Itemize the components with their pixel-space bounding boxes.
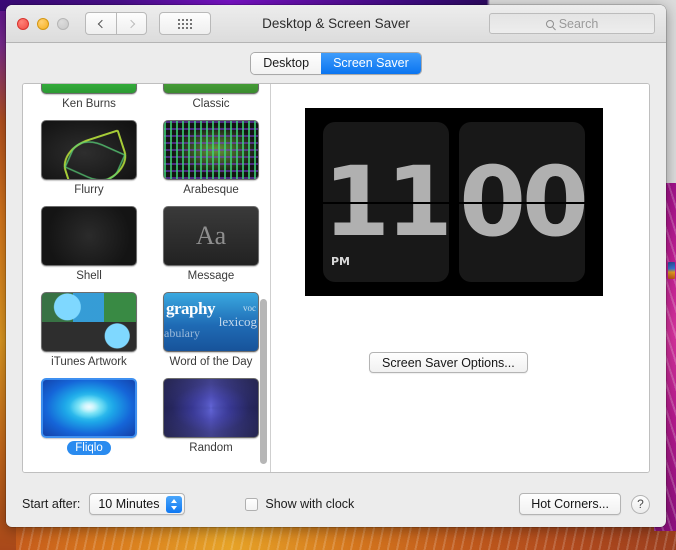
list-row: iTunes Artwork graphy voc lexicog abular… (23, 292, 270, 378)
tab-screen-saver[interactable]: Screen Saver (321, 52, 421, 74)
thumbnail-word-of-the-day: graphy voc lexicog abulary (163, 292, 259, 352)
hours-digits: 11 (323, 145, 449, 258)
start-after-dropdown[interactable]: 10 Minutes (89, 493, 186, 515)
navigation-buttons (85, 12, 147, 35)
close-button[interactable] (17, 17, 29, 30)
start-after-value: 10 Minutes (98, 497, 160, 511)
screensaver-item-random[interactable]: Random (155, 378, 267, 456)
start-after-label: Start after: (22, 497, 81, 511)
word-main: graphy (166, 299, 215, 318)
screensaver-list[interactable]: Ken Burns Classic Flurry Arabesque Shell… (23, 84, 271, 472)
screensaver-label-selected: Fliqlo (67, 441, 111, 455)
thumbnail-random (163, 378, 259, 438)
zoom-button[interactable] (57, 17, 69, 30)
message-glyph: Aa (195, 221, 227, 250)
thumbnail-flurry (41, 120, 137, 180)
segmented-control: Desktop Screen Saver (251, 52, 421, 74)
thumbnail-fliqlo (41, 378, 137, 438)
screensaver-item-fliqlo[interactable]: Fliqlo (33, 378, 145, 456)
thumbnail-message: Aa (163, 206, 259, 266)
list-row: Shell Aa Message (23, 206, 270, 292)
chevron-left-icon (97, 19, 107, 28)
screensaver-label: iTunes Artwork (51, 356, 127, 368)
screensaver-label: Ken Burns (62, 98, 116, 110)
show-with-clock-label: Show with clock (265, 497, 355, 511)
screensaver-item-word-of-the-day[interactable]: graphy voc lexicog abulary Word of the D… (155, 292, 267, 370)
screensaver-preview[interactable]: 11 PM 00 (305, 108, 603, 296)
thumbnail-itunes-artwork (41, 292, 137, 352)
search-input[interactable]: Search (489, 13, 655, 34)
hours-card: 11 PM (323, 122, 449, 282)
show-all-button[interactable] (159, 12, 211, 35)
scrollbar-track[interactable] (259, 86, 268, 470)
help-button[interactable]: ? (631, 494, 650, 514)
show-with-clock-checkbox[interactable]: Show with clock (245, 497, 354, 511)
screensaver-label: Shell (76, 270, 102, 282)
preferences-window: Desktop & Screen Saver Search Desktop Sc… (6, 5, 666, 527)
chevron-right-icon (126, 19, 135, 28)
screensaver-item-message[interactable]: Aa Message (155, 206, 267, 284)
back-button[interactable] (85, 12, 116, 35)
list-row: Ken Burns Classic (23, 84, 270, 120)
screen-saver-options-button[interactable]: Screen Saver Options... (369, 352, 528, 373)
screensaver-label: Arabesque (183, 184, 239, 196)
screensaver-item-arabesque[interactable]: Arabesque (155, 120, 267, 198)
screensaver-label: Random (189, 442, 233, 454)
screensaver-label: Flurry (74, 184, 104, 196)
screensaver-item-flurry[interactable]: Flurry (33, 120, 145, 198)
forward-button[interactable] (116, 12, 147, 35)
window-titlebar[interactable]: Desktop & Screen Saver Search (6, 5, 666, 43)
tab-desktop[interactable]: Desktop (251, 52, 322, 74)
tab-bar: Desktop Screen Saver (6, 43, 666, 83)
word-small-1: voc (243, 303, 256, 313)
list-row: Flurry Arabesque (23, 120, 270, 206)
preview-pane: 11 PM 00 Screen Saver Options... (271, 84, 649, 472)
content-area: Ken Burns Classic Flurry Arabesque Shell… (6, 83, 666, 481)
word-small-2: lexicog (218, 314, 257, 329)
screensaver-item-itunes-artwork[interactable]: iTunes Artwork (33, 292, 145, 370)
chevron-down-icon (171, 506, 178, 510)
screensaver-label: Message (187, 270, 235, 282)
search-icon (545, 19, 554, 28)
thumbnail-ken-burns (41, 84, 137, 94)
grid-dots-icon (178, 18, 192, 29)
background-app-icon (668, 262, 675, 279)
meridiem-label: PM (331, 255, 351, 268)
minutes-card: 00 (459, 122, 585, 282)
traffic-lights (17, 17, 69, 30)
thumbnail-classic (163, 84, 259, 94)
bottom-toolbar: Start after: 10 Minutes Show with clock … (6, 481, 666, 527)
thumbnail-shell (41, 206, 137, 266)
screensaver-grid: Ken Burns Classic Flurry Arabesque Shell… (23, 84, 270, 472)
flip-clock: 11 PM 00 (323, 122, 585, 282)
minutes-digits: 00 (459, 145, 585, 258)
screensaver-item-shell[interactable]: Shell (33, 206, 145, 284)
thumbnail-arabesque (163, 120, 259, 180)
hot-corners-button[interactable]: Hot Corners... (519, 493, 621, 515)
screensaver-label: Word of the Day (169, 356, 253, 368)
screensaver-panel: Ken Burns Classic Flurry Arabesque Shell… (22, 83, 650, 473)
screensaver-item-ken-burns[interactable]: Ken Burns (33, 84, 145, 112)
scrollbar-thumb[interactable] (260, 299, 267, 464)
stepper-icon[interactable] (166, 496, 183, 513)
word-small-3: abulary (164, 326, 200, 340)
list-row: Fliqlo Random (23, 378, 270, 464)
screensaver-item-classic[interactable]: Classic (155, 84, 267, 112)
chevron-up-icon (171, 499, 178, 503)
minimize-button[interactable] (37, 17, 49, 30)
screensaver-label: Classic (192, 98, 230, 110)
search-placeholder: Search (558, 16, 599, 31)
checkbox-box[interactable] (245, 497, 259, 511)
